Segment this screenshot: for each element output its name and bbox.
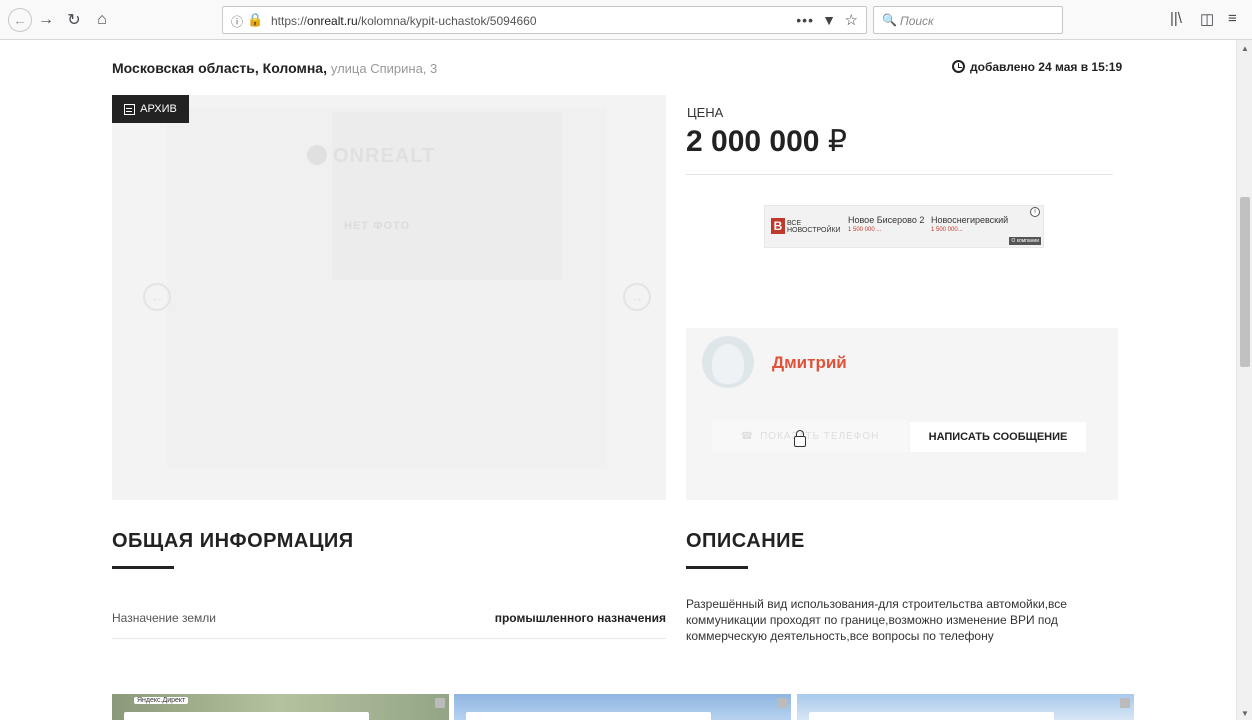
direct-ad-card[interactable] (454, 694, 791, 720)
direct-ad-card[interactable] (797, 694, 1134, 720)
scroll-thumb[interactable] (1240, 197, 1250, 367)
ad-logo-text: ВСЕ НОВОСТРОЙКИ (787, 220, 841, 234)
divider (686, 174, 1113, 175)
lock-icon (794, 430, 806, 447)
general-info-heading: ОБЩАЯ ИНФОРМАЦИЯ (112, 530, 354, 552)
show-phone-label: ПОКАЗАТЬ ТЕЛЕФОН (760, 430, 880, 442)
heading-underline (112, 566, 174, 569)
reload-icon[interactable]: ↻ (62, 8, 86, 32)
seller-name[interactable]: Дмитрий (772, 353, 847, 373)
send-message-button[interactable]: НАПИСАТЬ СООБЩЕНИЕ (910, 422, 1086, 452)
no-photo-placeholder (332, 112, 562, 280)
added-date: добавлено 24 мая в 15:19 (952, 60, 1122, 74)
direct-ads: Яндекс.Директ (112, 694, 1134, 720)
logo-mark-icon (307, 145, 327, 165)
address-region: Московская область, Коломна, (112, 60, 327, 76)
address-street: улица Спирина, 3 (330, 61, 438, 76)
info-icon[interactable]: ⓘ (231, 13, 243, 30)
heading-underline (686, 566, 748, 569)
direct-ad-label: Яндекс.Директ (134, 697, 189, 704)
page-actions-icon[interactable]: ••• (796, 12, 814, 28)
url-bar[interactable]: ⓘ 🔒 https://onrealt.ru/kolomna/kypit-uch… (222, 6, 867, 34)
added-date-text: добавлено 24 мая в 15:19 (970, 60, 1123, 74)
scroll-down-icon[interactable]: ▼ (1241, 709, 1249, 718)
show-phone-button[interactable]: ☎ ПОКАЗАТЬ ТЕЛЕФОН (712, 420, 908, 452)
listing-address: Московская область, Коломна, улица Спири… (112, 60, 437, 76)
info-key: Назначение земли (112, 611, 217, 625)
pocket-icon[interactable]: ▼ (822, 12, 836, 28)
close-icon[interactable] (1120, 698, 1130, 708)
no-photo-text: НЕТ ФОТО (344, 220, 411, 232)
page-scrollbar[interactable]: ▲ ▼ (1236, 40, 1252, 720)
forward-arrow-icon[interactable]: → (34, 8, 58, 32)
close-icon[interactable] (435, 698, 445, 708)
currency-symbol: ₽ (827, 125, 847, 158)
direct-ad-card[interactable]: Яндекс.Директ (112, 694, 449, 720)
description-text: Разрешённый вид использования-для строит… (686, 597, 1067, 643)
scroll-up-icon[interactable]: ▲ (1241, 44, 1249, 53)
archive-icon (124, 103, 136, 115)
phone-icon: ☎ (740, 430, 755, 442)
ad-company-link[interactable]: О компании (1009, 237, 1041, 245)
archive-badge: АРХИВ (112, 95, 189, 123)
library-icon[interactable]: ||\ (1170, 10, 1182, 27)
gallery-prev-button[interactable]: ← (143, 283, 171, 311)
search-placeholder: Поиск (900, 14, 934, 28)
info-value: промышленного назначения (494, 611, 666, 625)
ad-item[interactable]: Новоснегиревский 1 500 000... (931, 215, 1008, 233)
ad-title-strip (124, 712, 369, 720)
archive-label: АРХИВ (140, 103, 177, 115)
menu-icon[interactable]: ≡ (1228, 10, 1237, 27)
avatar (702, 336, 754, 388)
url-text[interactable]: https://onrealt.ru/kolomna/kypit-uchasto… (271, 14, 537, 28)
seller-card: Дмитрий ☎ ПОКАЗАТЬ ТЕЛЕФОН НАПИСАТЬ СООБ… (686, 328, 1118, 500)
price-label: ЦЕНА (687, 105, 724, 120)
ad-logo-icon: В (771, 218, 785, 234)
ad-title-strip (809, 712, 1054, 720)
ad-info-icon[interactable]: i (1030, 207, 1040, 217)
info-row: Назначение земли промышленного назначени… (112, 603, 666, 639)
search-input[interactable]: 🔍 Поиск (873, 6, 1063, 34)
close-icon[interactable] (777, 698, 787, 708)
ad-banner[interactable]: В ВСЕ НОВОСТРОЙКИ Новое Бисерово 21 500 0… (764, 205, 1044, 248)
price-value: 2 000 000 ₽ (686, 125, 847, 158)
sidebar-icon[interactable]: ◫ (1200, 10, 1214, 28)
home-icon[interactable]: ⌂ (90, 8, 114, 32)
browser-toolbar: ← → ↻ ⌂ ⓘ 🔒 https://onrealt.ru/kolomna/k… (0, 0, 1252, 40)
ad-item[interactable]: Новое Бисерово 21 500 000 ... (848, 215, 924, 233)
ad-title-strip (466, 712, 711, 720)
description-heading: ОПИСАНИЕ (686, 530, 805, 552)
search-icon: 🔍 (882, 13, 897, 27)
back-arrow-icon[interactable]: ← (8, 8, 32, 32)
clock-icon (952, 60, 965, 73)
photo-gallery[interactable]: ONREALT НЕТ ФОТО (112, 95, 666, 500)
lock-icon[interactable]: 🔒 (247, 12, 263, 28)
bookmark-star-icon[interactable]: ☆ (845, 11, 858, 29)
gallery-next-button[interactable]: → (623, 283, 651, 311)
placeholder-logo: ONREALT (307, 145, 435, 168)
